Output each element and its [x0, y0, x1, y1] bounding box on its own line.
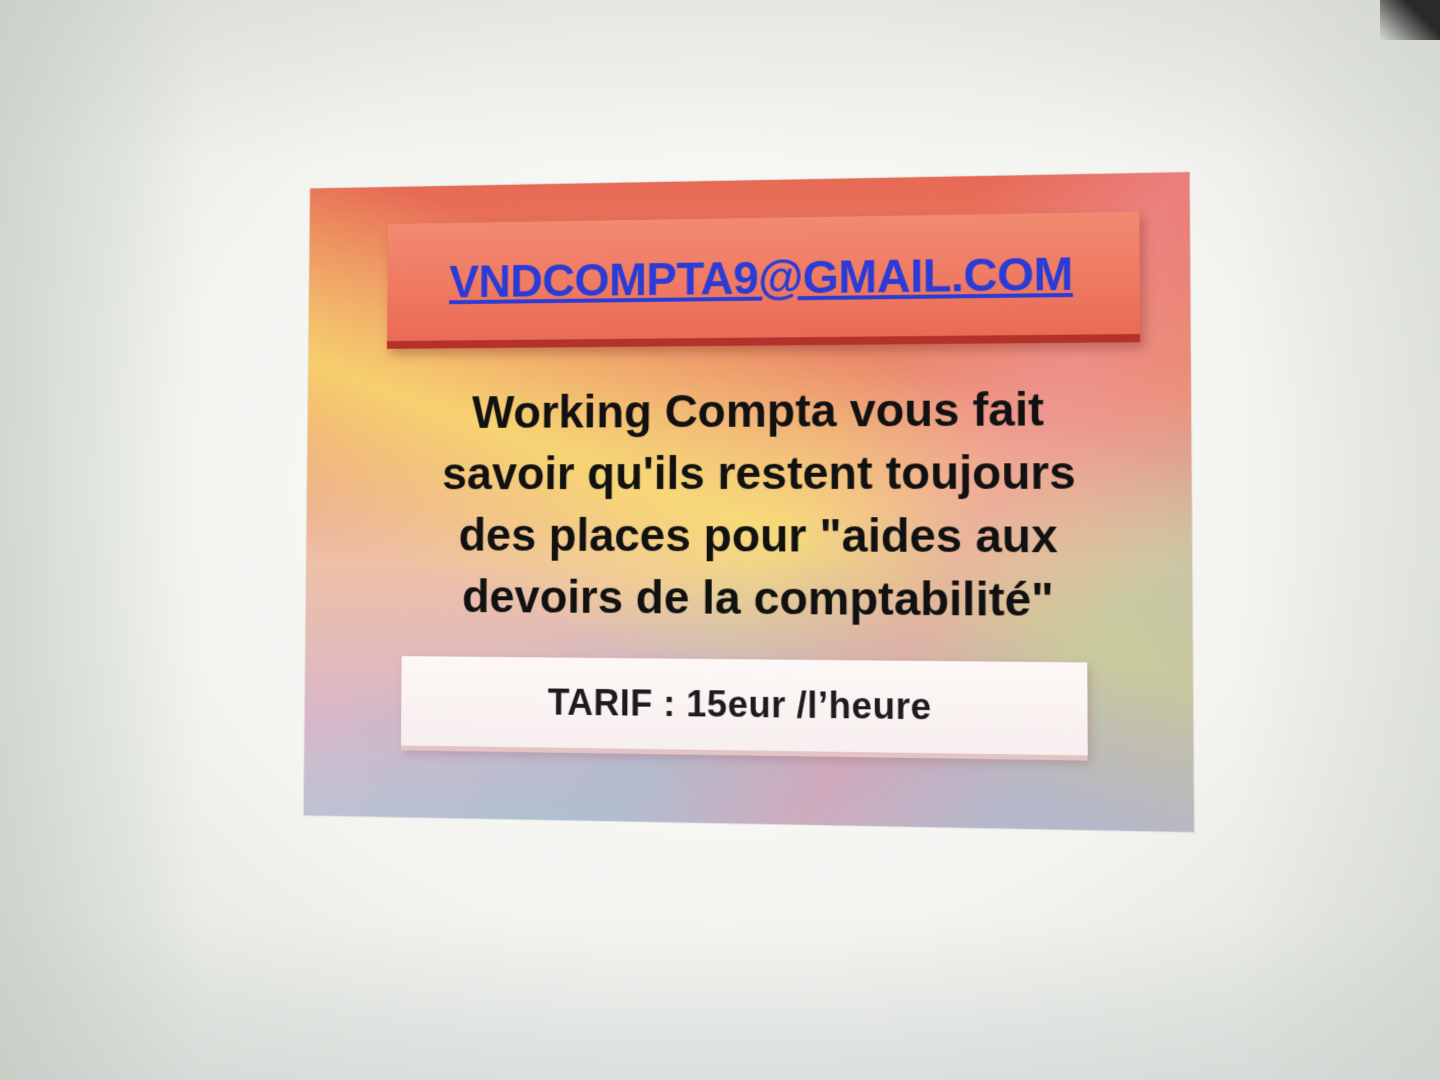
message-line: savoir qu'ils restent toujours [393, 440, 1128, 504]
message-line: devoirs de la comptabilité" [392, 565, 1129, 632]
tarif-label: TARIF : 15eur /l’heure [548, 681, 932, 728]
monitor-bezel-corner [1380, 0, 1440, 40]
announcement-message: Working Compta vous fait savoir qu'ils r… [392, 377, 1129, 632]
message-line: des places pour "aides aux [393, 504, 1129, 568]
email-banner: VNDCOMPTA9@GMAIL.COM [387, 212, 1140, 349]
email-link[interactable]: VNDCOMPTA9@GMAIL.COM [449, 246, 1073, 308]
tarif-banner: TARIF : 15eur /l’heure [401, 656, 1088, 760]
message-line: Working Compta vous fait [394, 377, 1128, 443]
announcement-flyer: VNDCOMPTA9@GMAIL.COM Working Compta vous… [304, 172, 1194, 832]
